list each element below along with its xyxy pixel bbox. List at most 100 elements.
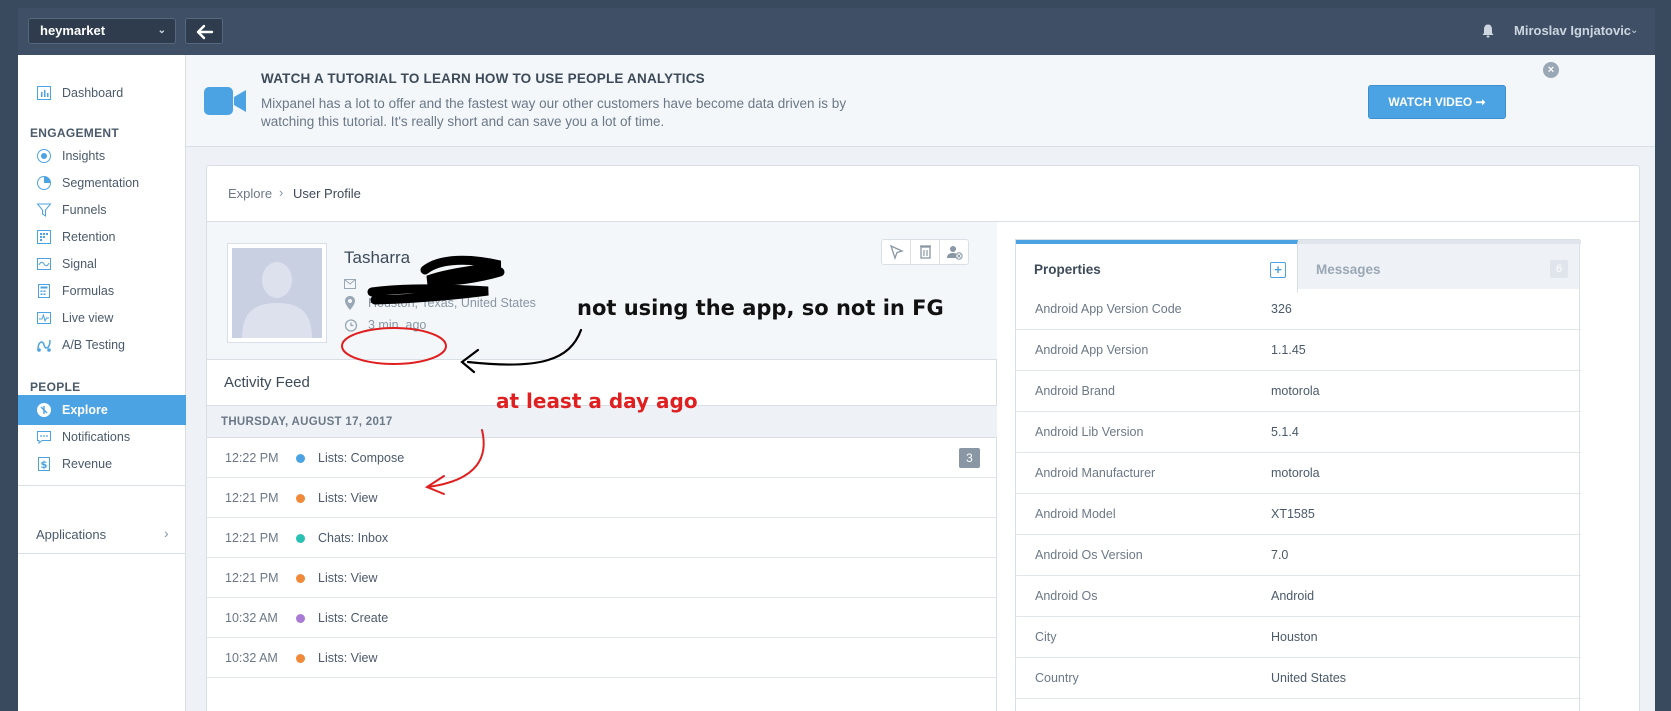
activity-event-row[interactable]: 12:21 PM Lists: View <box>207 558 997 598</box>
sidebar-item-label: Notifications <box>62 430 131 444</box>
remove-user-button[interactable] <box>940 240 969 264</box>
svg-text:$: $ <box>41 460 48 471</box>
event-time: 12:21 PM <box>225 531 279 545</box>
activity-event-row[interactable]: 12:21 PM Lists: View <box>207 478 997 518</box>
clock-icon <box>344 319 358 332</box>
chevron-down-icon[interactable]: ⌄ <box>1630 25 1638 36</box>
property-value: motorola <box>1271 466 1320 480</box>
close-icon[interactable]: × <box>1543 62 1559 78</box>
tutorial-banner: WATCH A TUTORIAL TO LEARN HOW TO USE PEO… <box>186 55 1655 147</box>
sidebar-item-label: Revenue <box>62 457 113 471</box>
app-frame: heymarket ⌄ Miroslav Ignjatovic ⌄ Dashbo… <box>18 8 1655 711</box>
sidebar-item-explore[interactable]: Explore <box>18 395 186 425</box>
event-time: 10:32 AM <box>225 651 278 665</box>
calculator-icon <box>38 284 50 298</box>
sidebar-item-segmentation[interactable]: Segmentation <box>18 169 186 197</box>
property-value: 5.1.4 <box>1271 425 1299 439</box>
activity-event-row[interactable]: 12:21 PM Chats: Inbox <box>207 518 997 558</box>
annotation-note-black: not using the app, so not in FG <box>577 296 944 320</box>
arrow-right-icon: ➞ <box>1475 95 1486 109</box>
sidebar-item-revenue[interactable]: $ Revenue <box>18 450 186 478</box>
sidebar: Dashboard ENGAGEMENT Insights Segmentati… <box>18 55 186 711</box>
event-time: 12:22 PM <box>225 451 279 465</box>
property-value: 1.1.45 <box>1271 343 1306 357</box>
delete-button[interactable] <box>911 240 940 264</box>
property-key: City <box>1035 630 1057 644</box>
activity-event-row[interactable]: 10:32 AM Lists: View <box>207 638 997 678</box>
event-color-dot <box>296 614 305 623</box>
sidebar-item-signal[interactable]: Signal <box>18 250 186 278</box>
watch-video-button[interactable]: WATCH VIDEO ➞ <box>1368 85 1506 119</box>
property-row[interactable]: Android Brand motorola <box>1016 371 1581 412</box>
event-time: 12:21 PM <box>225 491 279 505</box>
banner-line: watching this tutorial. It's really shor… <box>261 114 665 129</box>
property-row[interactable]: Android App Version 1.1.45 <box>1016 330 1581 371</box>
project-selector[interactable]: heymarket ⌄ <box>28 18 176 44</box>
sidebar-item-applications[interactable]: Applications <box>36 527 106 542</box>
property-row[interactable]: City Houston <box>1016 617 1581 658</box>
sidebar-item-insights[interactable]: Insights <box>18 142 186 170</box>
breadcrumb-explore-link[interactable]: Explore <box>228 186 272 201</box>
activity-event-row[interactable]: 10:32 AM Lists: Create <box>207 598 997 638</box>
sidebar-item-notifications[interactable]: Notifications <box>18 423 186 451</box>
event-color-dot <box>296 534 305 543</box>
bell-icon[interactable] <box>1480 23 1496 39</box>
tab-properties-label: Properties <box>1034 262 1101 277</box>
profile-right-pane: Properties + Messages 6 Android App Vers… <box>1015 239 1581 711</box>
user-menu[interactable]: Miroslav Ignjatovic <box>1514 23 1631 38</box>
funnel-icon <box>36 203 52 217</box>
profile-tabs: Properties + Messages 6 <box>1016 240 1581 293</box>
sidebar-item-funnels[interactable]: Funnels <box>18 196 186 224</box>
activity-event-row[interactable]: 12:22 PM Lists: Compose 3 <box>207 438 997 478</box>
tab-properties[interactable]: Properties + <box>1016 240 1298 293</box>
breadcrumb-separator: › <box>279 185 284 200</box>
trash-icon <box>920 245 931 259</box>
messages-count-badge: 6 <box>1550 260 1568 278</box>
event-name: Lists: View <box>318 571 378 585</box>
property-value: 326 <box>1271 302 1292 316</box>
video-camera-icon <box>204 87 246 115</box>
signal-wave-icon <box>37 258 51 270</box>
event-count-badge[interactable]: 3 <box>959 448 980 468</box>
activity-date: THURSDAY, AUGUST 17, 2017 <box>221 416 393 428</box>
chevron-right-icon[interactable]: › <box>164 525 169 541</box>
grid-icon <box>37 230 51 244</box>
sidebar-item-label: A/B Testing <box>62 338 126 352</box>
sidebar-item-live-view[interactable]: Live view <box>18 304 186 332</box>
watch-video-label: WATCH VIDEO <box>1388 95 1473 109</box>
top-bar: heymarket ⌄ Miroslav Ignjatovic ⌄ <box>18 8 1655 55</box>
property-row[interactable]: Android App Version Code 326 <box>1016 289 1581 330</box>
tab-messages[interactable]: Messages 6 <box>1298 240 1581 289</box>
property-row[interactable]: Country United States <box>1016 658 1581 699</box>
property-row[interactable]: Android Model XT1585 <box>1016 494 1581 535</box>
add-property-button[interactable]: + <box>1270 262 1286 278</box>
profile-header: Tasharra Houston, Texas, United States 3… <box>207 222 997 360</box>
property-row[interactable]: Android Os Version 7.0 <box>1016 535 1581 576</box>
annotation-note-red: at least a day ago <box>496 389 698 413</box>
sidebar-item-label: Formulas <box>62 284 115 298</box>
property-row[interactable]: Android Lib Version 5.1.4 <box>1016 412 1581 453</box>
event-time: 12:21 PM <box>225 571 279 585</box>
property-row[interactable]: Android Manufacturer motorola <box>1016 453 1581 494</box>
sidebar-item-ab-testing[interactable]: A/B Testing <box>18 331 186 359</box>
cursor-button[interactable] <box>882 240 911 264</box>
sidebar-item-formulas[interactable]: Formulas <box>18 277 186 305</box>
property-row[interactable]: Android Os Android <box>1016 576 1581 617</box>
event-color-dot <box>296 574 305 583</box>
property-value: motorola <box>1271 384 1320 398</box>
property-key: Android Os <box>1035 589 1098 603</box>
sidebar-item-dashboard[interactable]: Dashboard <box>18 79 186 107</box>
dollar-icon: $ <box>38 457 50 471</box>
breadcrumb: Explore › User Profile <box>207 166 1639 222</box>
sidebar-item-label: Segmentation <box>62 176 140 190</box>
back-button[interactable] <box>185 18 223 44</box>
sidebar-item-label: Signal <box>62 257 97 271</box>
event-name: Lists: Compose <box>318 451 405 465</box>
sidebar-item-retention[interactable]: Retention <box>18 223 186 251</box>
event-color-dot <box>296 654 305 663</box>
profile-toolbar <box>881 239 969 265</box>
user-remove-icon <box>947 246 963 260</box>
property-value: Android <box>1271 589 1315 603</box>
property-key: Android Brand <box>1035 384 1115 398</box>
profile-last-seen: 3 min. ago <box>368 318 427 332</box>
